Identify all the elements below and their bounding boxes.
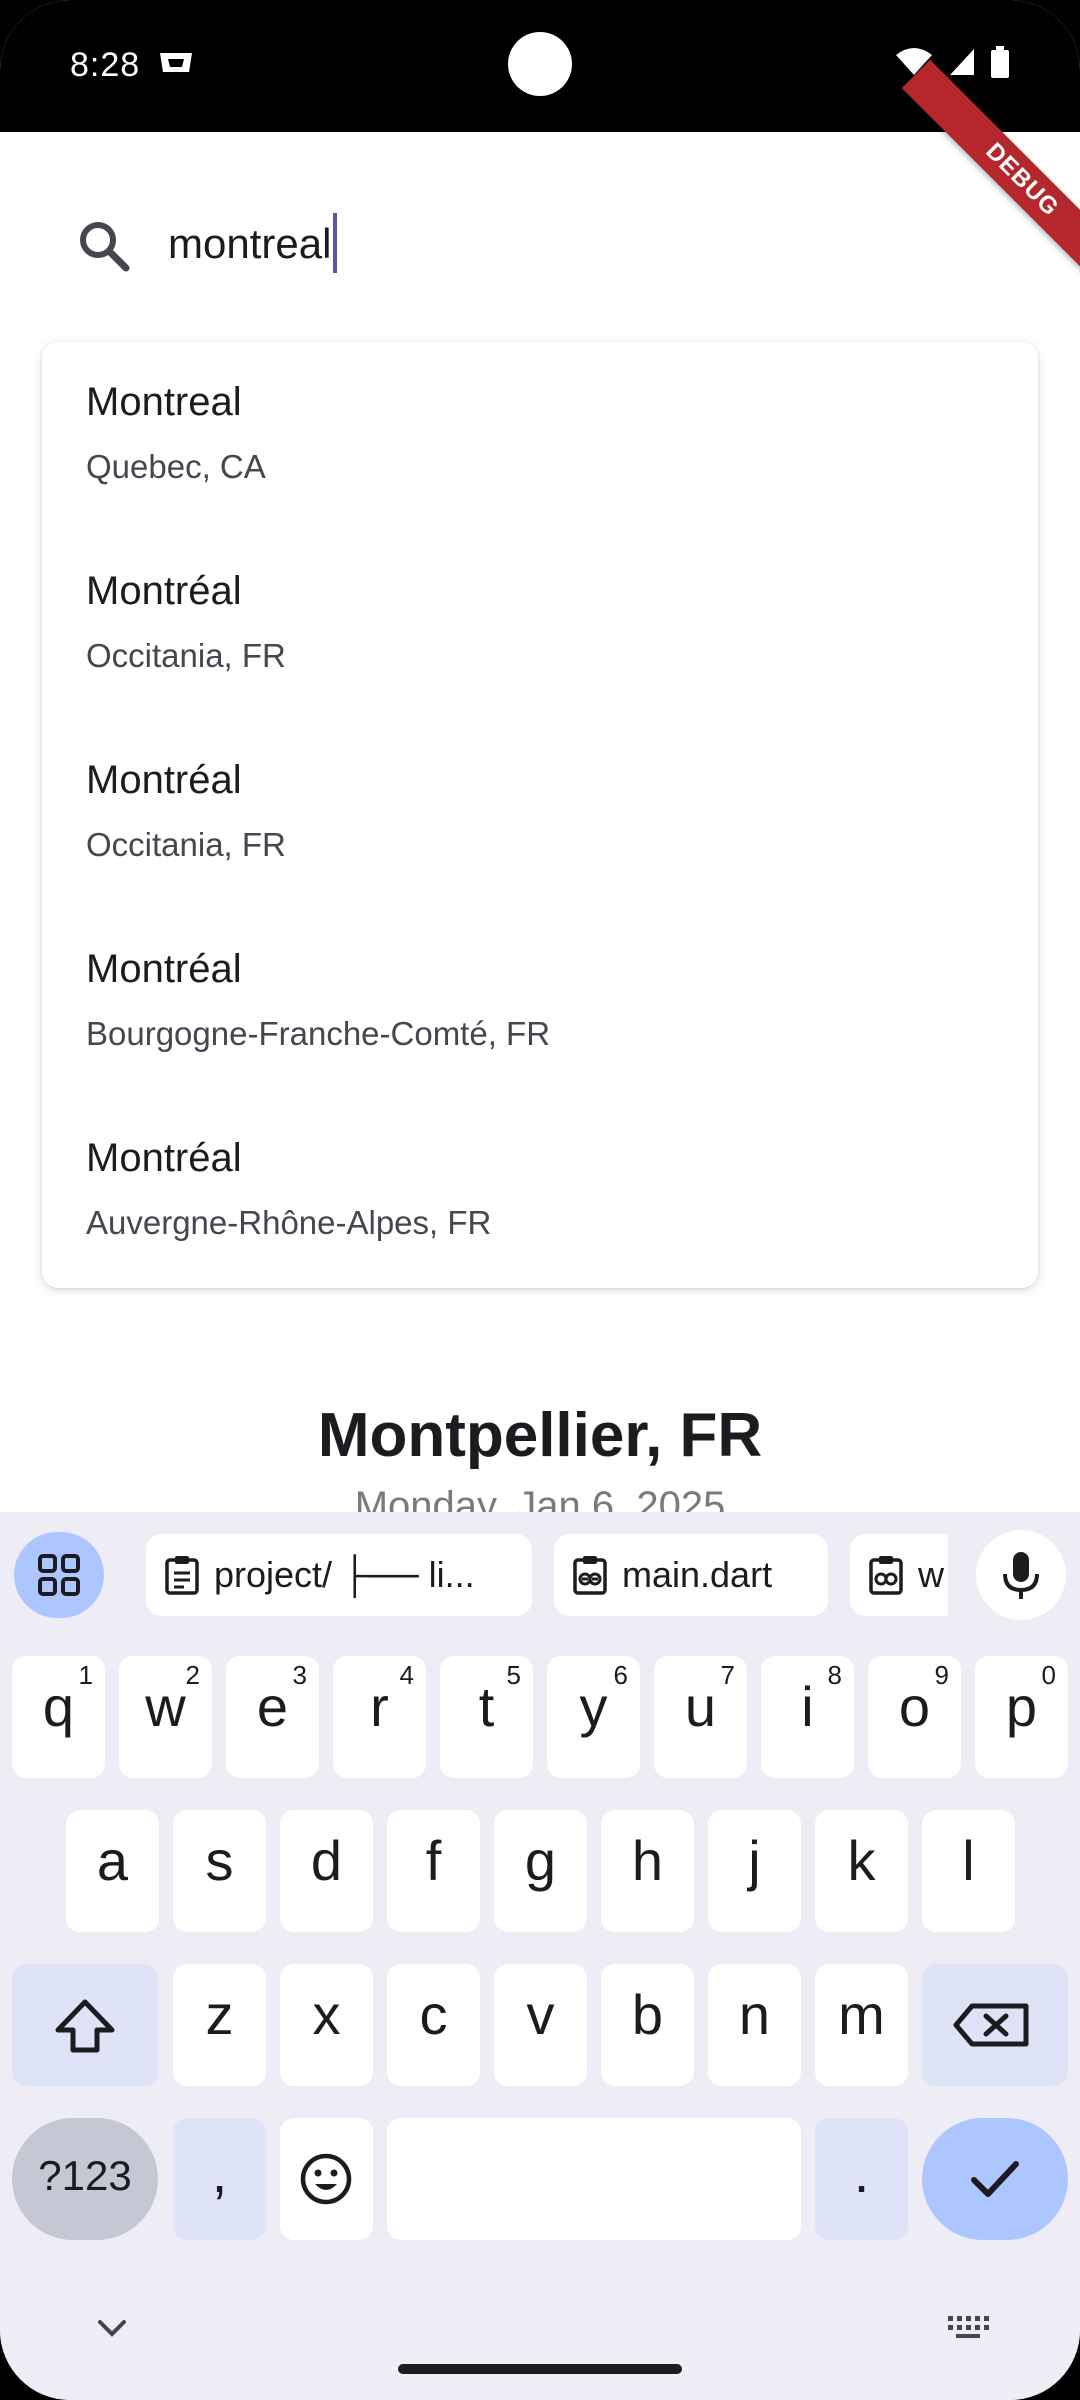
clipboard-chip[interactable]: main.dart — [554, 1534, 828, 1616]
search-icon — [80, 222, 130, 272]
symbols-key[interactable]: ?123 — [12, 2118, 158, 2240]
key-y[interactable]: y6 — [547, 1656, 640, 1778]
key-l[interactable]: l — [922, 1810, 1015, 1932]
suggestion-region: Occitania, FR — [86, 826, 286, 863]
key-e[interactable]: e3 — [226, 1656, 319, 1778]
keyboard-switch-icon[interactable] — [946, 2314, 990, 2340]
suggestion-region: Bourgogne-Franche-Comté, FR — [86, 1015, 551, 1052]
suggestion-item[interactable]: Montréal Occitania, FR — [42, 531, 1038, 720]
grid-icon — [38, 1554, 80, 1596]
key-u[interactable]: u7 — [654, 1656, 747, 1778]
key-v[interactable]: v — [494, 1964, 587, 2086]
home-indicator[interactable] — [398, 2364, 682, 2374]
phone-screen: 8:28 DEBUG montreal Montreal Quebec, CA … — [0, 0, 1080, 2400]
microphone-icon — [1003, 1552, 1039, 1599]
key-r[interactable]: r4 — [333, 1656, 426, 1778]
enter-key[interactable] — [922, 2118, 1068, 2240]
key-i[interactable]: i8 — [761, 1656, 854, 1778]
search-input[interactable]: montreal — [168, 212, 338, 273]
shift-icon — [55, 1999, 115, 2053]
suggestion-item[interactable]: Montréal Auvergne-Rhône-Alpes, FR — [42, 1098, 1038, 1287]
suggestion-item[interactable]: Montreal Quebec, CA — [42, 342, 1038, 531]
suggestions-dropdown: Montreal Quebec, CA Montréal Occitania, … — [42, 342, 1038, 1288]
shift-key[interactable] — [12, 1964, 158, 2086]
suggestion-city: Montreal — [86, 380, 242, 424]
key-g[interactable]: g — [494, 1810, 587, 1932]
period-key[interactable]: . — [815, 2118, 908, 2240]
emoji-icon — [300, 2153, 352, 2205]
key-x[interactable]: x — [280, 1964, 373, 2086]
cellular-signal-icon — [950, 49, 974, 75]
clipboard-link-icon — [869, 1556, 903, 1595]
key-b[interactable]: b — [601, 1964, 694, 2086]
suggestion-city: Montréal — [86, 758, 242, 802]
key-p[interactable]: p0 — [975, 1656, 1068, 1778]
clipboard-chip[interactable]: w — [850, 1534, 948, 1616]
key-f[interactable]: f — [387, 1810, 480, 1932]
suggestion-region: Quebec, CA — [86, 448, 266, 485]
key-w[interactable]: w2 — [119, 1656, 212, 1778]
key-n[interactable]: n — [708, 1964, 801, 2086]
backspace-key[interactable] — [922, 1964, 1068, 2086]
key-d[interactable]: d — [280, 1810, 373, 1932]
weather-app: DEBUG montreal Montreal Quebec, CA Montr… — [0, 59, 1080, 1528]
key-m[interactable]: m — [815, 1964, 908, 2086]
key-q[interactable]: q1 — [12, 1656, 105, 1778]
key-o[interactable]: o9 — [868, 1656, 961, 1778]
suggestion-city: Montréal — [86, 947, 242, 991]
suggestion-region: Occitania, FR — [86, 637, 286, 674]
status-icons — [894, 46, 1010, 78]
key-h[interactable]: h — [601, 1810, 694, 1932]
clipboard-chip-label: w — [918, 1554, 944, 1595]
status-bar: 8:28 — [0, 0, 1080, 132]
clipboard-chip[interactable]: project/ ├── li... — [146, 1534, 532, 1616]
search-bar[interactable]: montreal — [0, 132, 1080, 332]
backspace-icon — [953, 2003, 1029, 2047]
checkmark-icon — [971, 2161, 1019, 2197]
suggestion-region: Auvergne-Rhône-Alpes, FR — [86, 1204, 492, 1241]
status-time: 8:28 — [70, 46, 141, 84]
suggestion-item[interactable]: Montréal Occitania, FR — [42, 720, 1038, 909]
clipboard-chip-label: project/ ├── li... — [214, 1554, 475, 1595]
key-z[interactable]: z — [173, 1964, 266, 2086]
chevron-down-icon[interactable] — [92, 2312, 132, 2342]
camera-cutout — [508, 32, 572, 96]
key-a[interactable]: a — [66, 1810, 159, 1932]
suggestion-city: Montréal — [86, 1136, 242, 1180]
keyboard-toolbar: project/ ├── li... main.dart w — [0, 1512, 1080, 1632]
search-query: montreal — [168, 220, 332, 267]
space-key[interactable] — [387, 2118, 801, 2240]
apps-grid-button[interactable] — [14, 1532, 104, 1618]
key-t[interactable]: t5 — [440, 1656, 533, 1778]
key-c[interactable]: c — [387, 1964, 480, 2086]
suggestion-city: Montréal — [86, 569, 242, 613]
comma-key[interactable]: , — [173, 2118, 266, 2240]
suggestion-item[interactable]: Montréal Bourgogne-Franche-Comté, FR — [42, 909, 1038, 1098]
current-city-title: Montpellier, FR — [317, 1401, 763, 1470]
battery-icon — [991, 46, 1009, 78]
key-k[interactable]: k — [815, 1810, 908, 1932]
voice-input-button[interactable] — [976, 1530, 1066, 1620]
key-s[interactable]: s — [173, 1810, 266, 1932]
clipboard-chip-label: main.dart — [622, 1554, 773, 1595]
key-j[interactable]: j — [708, 1810, 801, 1932]
soft-keyboard: project/ ├── li... main.dart w q 1 w 2 e… — [0, 1512, 1080, 2400]
clipboard-link-icon — [573, 1556, 607, 1595]
emoji-key[interactable] — [280, 2118, 373, 2240]
screen-cast-icon — [160, 53, 192, 72]
text-caret — [333, 212, 338, 273]
clipboard-icon — [165, 1556, 199, 1595]
